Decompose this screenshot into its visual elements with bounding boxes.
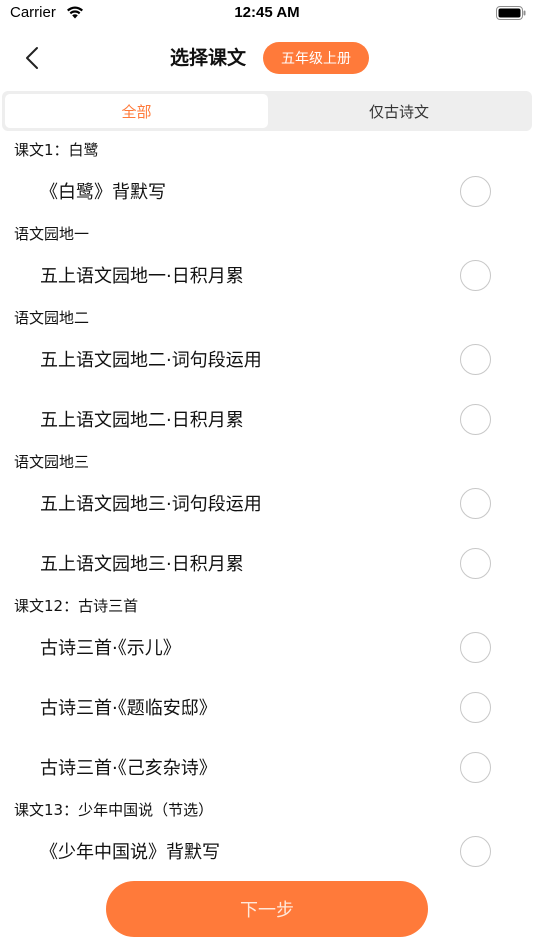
- radio-button[interactable]: [460, 404, 491, 435]
- list-item-label: 五上语文园地二·词句段运用: [40, 350, 262, 371]
- list-item-label: 五上语文园地一·日积月累: [40, 266, 244, 287]
- radio-button[interactable]: [460, 260, 491, 291]
- list-item-label: 古诗三首·《题临安邸》: [40, 698, 217, 719]
- list-item-label: 《少年中国说》背默写: [40, 842, 220, 863]
- section-header: 课文12：古诗三首: [14, 597, 139, 615]
- list-item[interactable]: 五上语文园地三·词句段运用: [0, 480, 534, 530]
- list-item[interactable]: 《白鹭》背默写: [0, 168, 534, 218]
- radio-button[interactable]: [460, 752, 491, 783]
- list-item[interactable]: 古诗三首·《示儿》: [0, 624, 534, 674]
- page-title: 选择课文: [169, 47, 246, 69]
- section-header: 课文13：少年中国说（节选）: [14, 801, 214, 819]
- radio-button[interactable]: [460, 692, 491, 723]
- section-header: 课文1：白鹭: [14, 141, 99, 159]
- radio-button[interactable]: [460, 176, 491, 207]
- list-item[interactable]: 古诗三首·《己亥杂诗》: [0, 744, 534, 794]
- list-item[interactable]: 古诗三首·《题临安邸》: [0, 684, 534, 734]
- battery-icon: [496, 6, 526, 20]
- section-header: 语文园地二: [14, 309, 90, 327]
- status-bar: Carrier 12:45 AM: [0, 0, 534, 28]
- list-item[interactable]: 五上语文园地一·日积月累: [0, 252, 534, 302]
- section-header: 语文园地三: [14, 453, 90, 471]
- list-item[interactable]: 五上语文园地二·词句段运用: [0, 336, 534, 386]
- list-item-label: 古诗三首·《己亥杂诗》: [40, 758, 217, 779]
- radio-button[interactable]: [460, 488, 491, 519]
- next-step-button[interactable]: 下一步: [106, 881, 428, 937]
- radio-button[interactable]: [460, 836, 491, 867]
- list-item[interactable]: 五上语文园地三·日积月累: [0, 540, 534, 590]
- radio-button[interactable]: [460, 548, 491, 579]
- list-item-label: 五上语文园地二·日积月累: [40, 410, 244, 431]
- list-item[interactable]: 五上语文园地二·日积月累: [0, 396, 534, 446]
- list-item-label: 五上语文园地三·词句段运用: [40, 494, 262, 515]
- list-item-label: 五上语文园地三·日积月累: [40, 554, 244, 575]
- back-button[interactable]: [14, 40, 50, 76]
- filter-segmented-control: 全部 仅古诗文: [2, 91, 532, 131]
- list-item[interactable]: 《少年中国说》背默写: [0, 828, 534, 878]
- section-header: 语文园地一: [14, 225, 90, 243]
- nav-bar: 选择课文 五年级上册: [0, 28, 534, 88]
- list-item-label: 《白鹭》背默写: [40, 182, 166, 203]
- list-item-label: 古诗三首·《示儿》: [40, 638, 181, 659]
- radio-button[interactable]: [460, 632, 491, 663]
- chevron-left-icon: [26, 47, 38, 69]
- grade-selector-button[interactable]: 五年级上册: [263, 42, 369, 74]
- status-time: 12:45 AM: [234, 4, 300, 21]
- tab-all[interactable]: 全部: [5, 94, 268, 128]
- tab-ancient-poetry-only[interactable]: 仅古诗文: [268, 94, 530, 128]
- radio-button[interactable]: [460, 344, 491, 375]
